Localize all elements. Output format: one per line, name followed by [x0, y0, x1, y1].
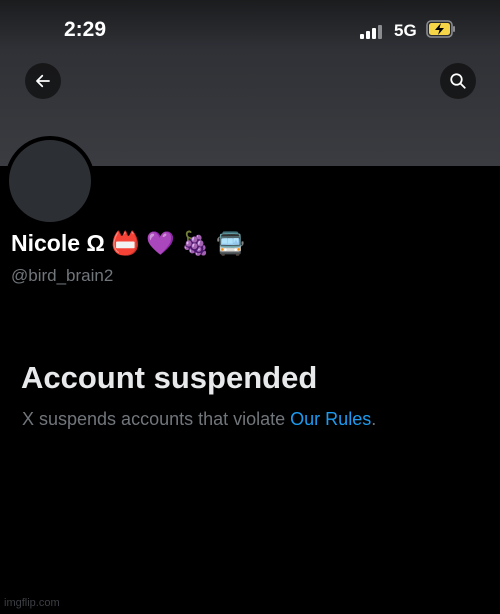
bus-emoji: 🚍	[216, 230, 245, 256]
battery-charging-icon	[426, 20, 455, 38]
search-button[interactable]	[440, 63, 476, 99]
back-button[interactable]	[25, 63, 61, 99]
search-icon	[450, 73, 466, 89]
display-name-text: Nicole Ω	[11, 230, 105, 256]
status-bar: 2:29 5G	[0, 0, 500, 58]
display-name: Nicole Ω 📛 💜 🍇 🚍	[11, 230, 245, 257]
suspended-title: Account suspended	[21, 360, 318, 395]
purple-heart-emoji: 💜	[146, 230, 175, 256]
avatar[interactable]	[5, 136, 95, 226]
our-rules-link[interactable]: Our Rules	[290, 409, 371, 429]
suspended-description-period: .	[371, 409, 377, 429]
suspended-description-text: X suspends accounts that violate	[22, 409, 291, 429]
arrow-left-icon	[36, 74, 50, 88]
grapes-emoji: 🍇	[181, 230, 210, 256]
suspended-description: X suspends accounts that violate Our Rul…	[22, 409, 376, 430]
status-time: 2:29	[64, 18, 107, 41]
name-badge-emoji: 📛	[111, 230, 140, 256]
watermark: imgflip.com	[4, 597, 60, 609]
network-type: 5G	[394, 21, 417, 40]
user-handle: @bird_brain2	[11, 266, 114, 285]
signal-icon	[360, 24, 386, 39]
